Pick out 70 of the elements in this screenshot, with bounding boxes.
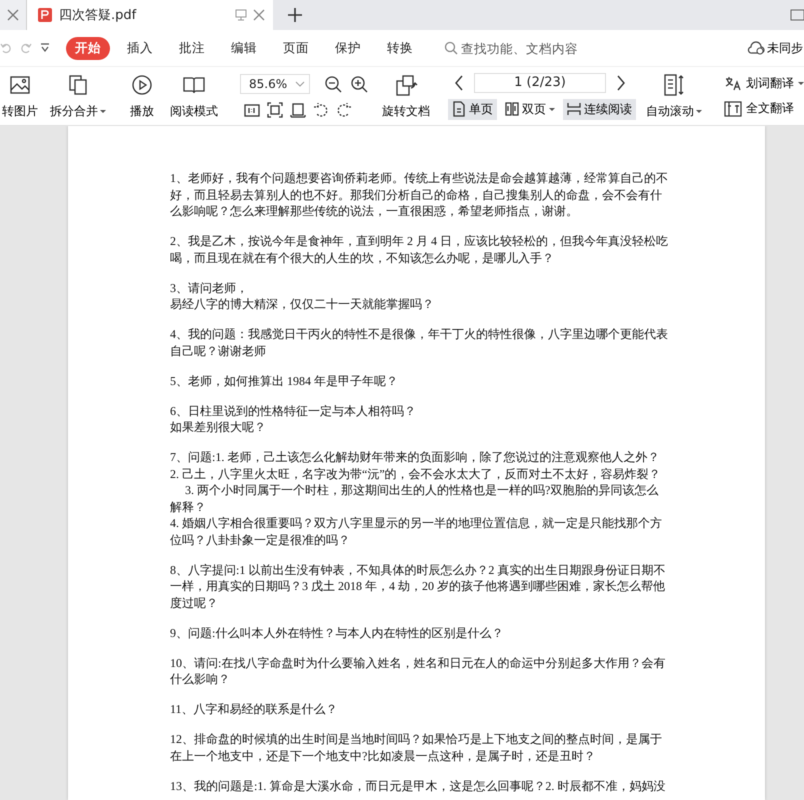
caret-icon bbox=[798, 82, 804, 85]
sync-button[interactable]: 未同步 bbox=[747, 40, 803, 56]
word-translate-button[interactable]: 划词翻译 bbox=[720, 74, 804, 93]
split-merge-button[interactable]: 拆分合并 bbox=[44, 70, 112, 122]
ribbon-tab[interactable]: 保护 bbox=[326, 36, 370, 60]
fit-width-icon[interactable] bbox=[290, 102, 306, 118]
caret-icon bbox=[549, 108, 555, 110]
paragraph: 7、问题:1. 老师，己土该怎么化解劫财年带来的负面影响，除了您说过的注意观察他人之外？ 2. 己土，八字里火太旺，名字改为带“沅”的，会不会水太大了，反而对土不太好，容易炸裂？ 3. 两个小时同属于一个时柱，那这期间出生的人的性格也是一样的吗?双胞胎的异同该怎么 解释？ 4. 婚姻八字相合很重要吗？双方八字里显示的另一半的地理位置信息，就一定是只能找那个方 位吗？八卦卦象一定是很准的吗？ bbox=[170, 449, 663, 548]
caret-icon bbox=[696, 110, 702, 112]
pdf-file-icon bbox=[37, 7, 53, 23]
chevron-down-icon bbox=[295, 81, 305, 87]
search-field[interactable]: 查找功能、文档内容 bbox=[444, 40, 601, 56]
paragraph: 5、老师，如何推算出 1984 年是甲子年呢？ bbox=[170, 372, 399, 389]
paragraph: 13、我的问题是:1. 算命是大溪水命，而日元是甲木，这是怎么回事呢？2. 时辰都不准，妈妈没 bbox=[170, 778, 666, 794]
zoom-value: 85.6% bbox=[249, 77, 288, 91]
paragraph: 4、我的问题：我感觉日干丙火的特性不是很像，年干丁火的特性很像，八字里边哪个更能代表 自己呢？谢谢老师 bbox=[170, 326, 669, 359]
close-icon[interactable] bbox=[6, 8, 20, 22]
new-tab-icon[interactable] bbox=[287, 7, 303, 23]
fit-page-icon[interactable] bbox=[267, 102, 283, 118]
ribbon-tab[interactable]: 批注 bbox=[170, 36, 214, 60]
paragraph: 1、老师好，我有个问题想要咨询侨莉老师。传统上有些说法是命会越算越薄，经常算自己的不 好，而且轻易去算别人的也不好。那我们分析自己的命格，自己搜集别人的命盘，会不会有什 么影响呢？怎么来理解那些传统的说法，一直很困惑，希望老师指点，谢谢。 bbox=[170, 170, 669, 220]
double-page-icon bbox=[505, 101, 519, 117]
browser-tab[interactable] bbox=[0, 0, 27, 30]
tab-title: 四次答疑.pdf bbox=[59, 7, 136, 24]
document-tab[interactable]: 四次答疑.pdf bbox=[27, 0, 273, 30]
chevron-left-icon[interactable] bbox=[454, 74, 464, 90]
translate-icon bbox=[724, 76, 742, 92]
continuous-icon bbox=[567, 101, 581, 117]
rotate-right-icon[interactable] bbox=[336, 102, 352, 118]
read-mode-button[interactable]: 阅读模式 bbox=[164, 70, 224, 122]
play-button[interactable]: 播放 bbox=[124, 70, 160, 122]
play-icon bbox=[130, 72, 154, 96]
ribbon-tab[interactable]: 转换 bbox=[378, 36, 422, 60]
paragraph: 6、日柱里说到的性格特征一定与本人相符吗？ 如果差别很大呢？ bbox=[170, 402, 417, 436]
close-icon[interactable] bbox=[253, 9, 265, 21]
paragraph: 2、我是乙木，按说今年是食神年，直到明年 2 月 4 日，应该比较轻松的，但我今年真没轻松吃 喝，而且现在就在有个很大的人生的坎，不知该怎么办呢，是哪儿入手？ bbox=[170, 233, 669, 266]
paragraph: 9、问题:什么叫本人外在特性？与本人内在特性的区别是什么？ bbox=[170, 624, 504, 641]
paragraph: 11、八字和易经的联系是什么？ bbox=[170, 701, 339, 718]
dropdown-icon[interactable] bbox=[40, 43, 50, 53]
actual-size-icon[interactable] bbox=[244, 102, 260, 118]
rotate-document-button[interactable]: 旋转文档 bbox=[376, 70, 436, 122]
paragraph: 3、请问老师， 易经八字的博大精深，仅仅二十一天就能掌握吗？ bbox=[170, 280, 435, 312]
paragraph: 12、排命盘的时候填的出生时间是当地时间吗？如果恰巧是上下地支之间的整点时间，是属于 在上一个地支中，还是下一个地支中?比如凌晨一点这种，是属子时，还是丑时？ bbox=[170, 731, 663, 764]
view-mode-button[interactable]: 单页 bbox=[448, 98, 497, 120]
ribbon-tab[interactable]: 插入 bbox=[118, 36, 162, 60]
paragraph: 8、八字提问:1 以前出生没有钟表，不知具体的时辰怎么办？2 真实的出生日期跟身份证日期不 一样，用真实的日期吗？3 戊土 2018 年，4 劫，20 岁的孩子他将遇到哪些困难，家长怎么帮他 度过呢？ bbox=[170, 562, 666, 611]
full-translate-button[interactable]: 全文翻译 bbox=[720, 99, 804, 118]
paragraph: 10、请问:在找八字命盘时为什么要输入姓名，姓名和日元在人的命运中分别起多大作用？会有 什么影响？ bbox=[170, 654, 666, 688]
search-icon bbox=[444, 41, 458, 55]
zoom-in-icon[interactable] bbox=[350, 75, 368, 93]
translate-document-icon bbox=[724, 100, 742, 116]
view-mode-button[interactable]: 连续阅读 bbox=[563, 98, 636, 120]
monitor-icon[interactable] bbox=[235, 9, 247, 21]
rotate-pages-icon bbox=[394, 72, 418, 96]
to-image-button[interactable]: 转图片 bbox=[0, 70, 40, 122]
auto-scroll-button[interactable]: 自动滚动 bbox=[640, 70, 708, 122]
ribbon-tab[interactable]: 编辑 bbox=[222, 36, 266, 60]
window-icon[interactable] bbox=[790, 8, 804, 22]
caret-icon bbox=[100, 110, 106, 112]
cloud-icon bbox=[747, 41, 765, 55]
rotate-left-icon[interactable] bbox=[313, 102, 329, 118]
chevron-right-icon[interactable] bbox=[616, 74, 626, 90]
ribbon-tab[interactable]: 开始 bbox=[66, 36, 110, 60]
single-page-icon bbox=[452, 101, 466, 117]
ribbon-tab[interactable]: 页面 bbox=[274, 36, 318, 60]
zoom-field[interactable]: 85.6% bbox=[240, 74, 310, 94]
auto-scroll-icon bbox=[662, 72, 686, 96]
page-number-field[interactable]: 1 (2/23) bbox=[474, 72, 606, 92]
view-mode-button[interactable]: 双页 bbox=[501, 98, 559, 120]
zoom-out-icon[interactable] bbox=[324, 75, 342, 93]
